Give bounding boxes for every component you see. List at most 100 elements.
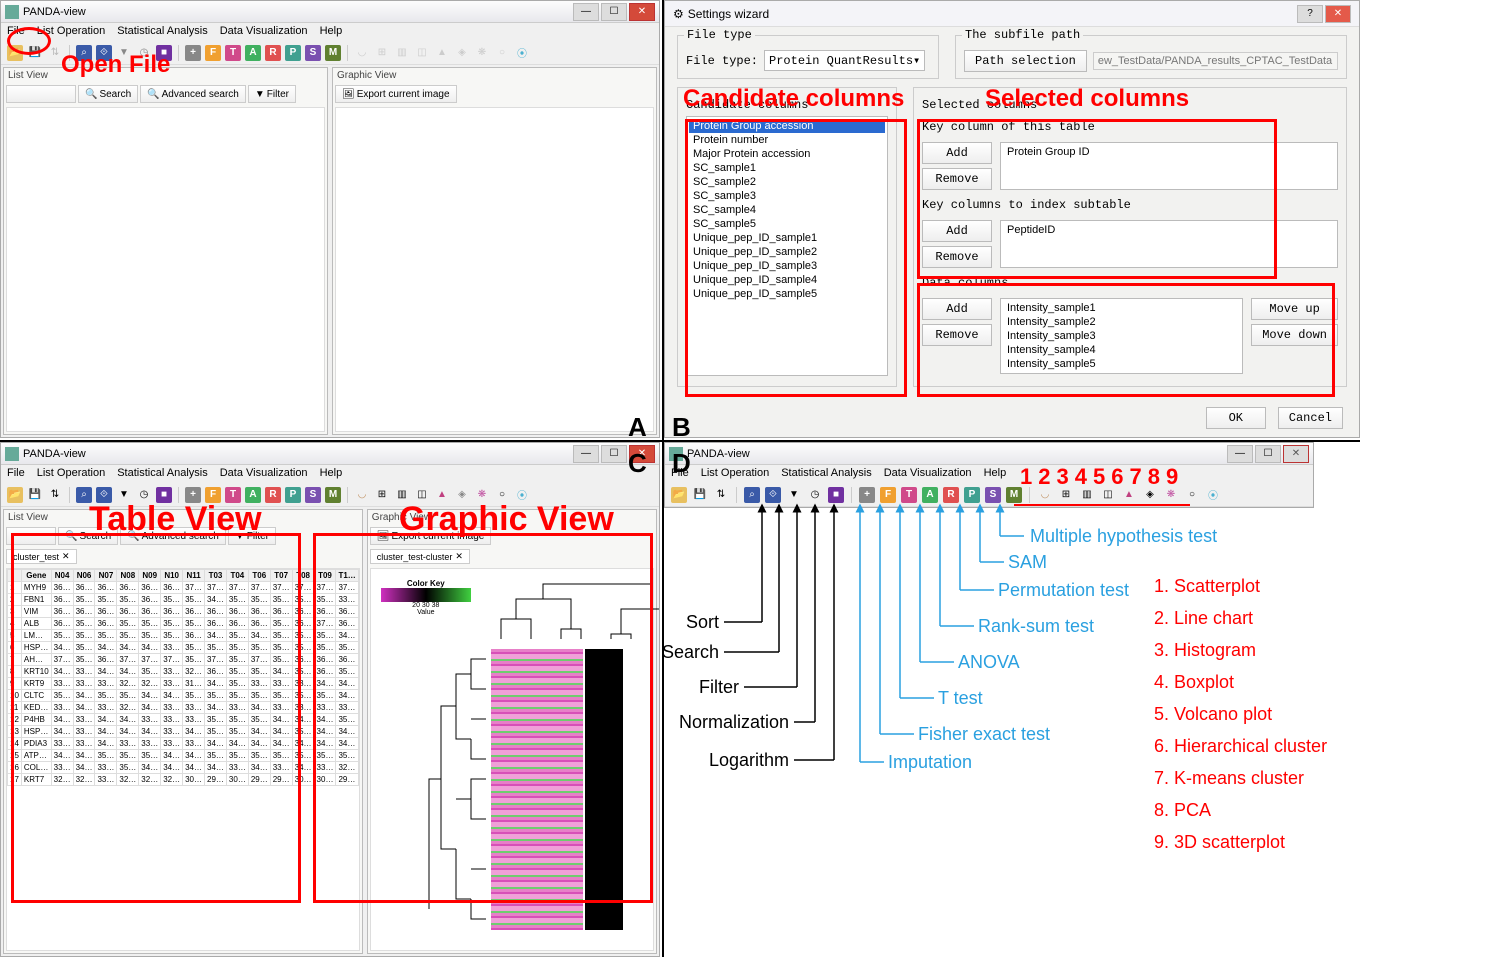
filter-tb-icon-d[interactable]: ▼	[786, 487, 802, 503]
search-tb-icon-d[interactable]: ⌕	[744, 487, 760, 503]
advsearch-tb-icon-d[interactable]: ⟐	[765, 487, 781, 503]
cancel-button[interactable]: Cancel	[1278, 407, 1343, 429]
num-row: 123456789	[1020, 464, 1178, 490]
t-icon-d[interactable]: T	[901, 487, 917, 503]
app-icon-c	[5, 447, 19, 461]
p-icon-c[interactable]: P	[285, 487, 301, 503]
f-icon-d[interactable]: F	[880, 487, 896, 503]
menu-stat-c[interactable]: Statistical Analysis	[117, 467, 207, 481]
ok-button[interactable]: OK	[1206, 407, 1266, 429]
min-button-c[interactable]: —	[573, 445, 599, 463]
open-file-icon-d[interactable]: 📂	[671, 487, 687, 503]
open-file-icon-c[interactable]: 📂	[7, 487, 23, 503]
max-button[interactable]: ☐	[601, 3, 627, 21]
t-icon[interactable]: T	[225, 45, 241, 61]
a-icon[interactable]: A	[245, 45, 261, 61]
help-button[interactable]: ?	[1297, 5, 1323, 23]
r-icon[interactable]: R	[265, 45, 281, 61]
r-icon-c[interactable]: R	[265, 487, 281, 503]
close-button[interactable]: ✕	[629, 3, 655, 21]
viz2-icon-c[interactable]: ⊞	[374, 487, 390, 503]
viz-underline	[1014, 504, 1190, 506]
filter-button[interactable]: ▼Filter	[248, 85, 296, 103]
max-button-c[interactable]: ☐	[601, 445, 627, 463]
menu-file-c[interactable]: File	[7, 467, 25, 481]
chevron-down-icon: ▾	[913, 53, 920, 68]
viz9-icon[interactable]: ⦿	[514, 45, 530, 61]
redbox-graphic	[313, 533, 653, 903]
viz2-icon[interactable]: ⊞	[374, 45, 390, 61]
imput-icon[interactable]: +	[185, 45, 201, 61]
imput-icon-d[interactable]: +	[859, 487, 875, 503]
viz-list-item: 5. Volcano plot	[1154, 698, 1327, 730]
save-icon-d[interactable]: 💾	[692, 487, 708, 503]
m-icon[interactable]: M	[325, 45, 341, 61]
menu-list-d[interactable]: List Operation	[701, 467, 769, 481]
menu-stat[interactable]: Statistical Analysis	[117, 25, 207, 39]
anno-candidate: Candidate columns	[683, 85, 904, 113]
menu-dataviz[interactable]: Data Visualization	[220, 25, 308, 39]
menubar: File List Operation Statistical Analysis…	[1, 23, 659, 41]
viz5-icon[interactable]: ▲	[434, 45, 450, 61]
viz6-icon[interactable]: ◈	[454, 45, 470, 61]
menu-stat-d[interactable]: Statistical Analysis	[781, 467, 871, 481]
viz3-icon[interactable]: ▥	[394, 45, 410, 61]
sort-icon-d[interactable]: ⇅	[713, 487, 729, 503]
redbox-selected-top	[917, 119, 1277, 279]
viz8-icon[interactable]: ○	[494, 45, 510, 61]
menu-help-d[interactable]: Help	[984, 467, 1007, 481]
app-title-d: PANDA-view	[687, 448, 750, 460]
viz-list-item: 4. Boxplot	[1154, 666, 1327, 698]
viz1-icon-c[interactable]: ◡	[354, 487, 370, 503]
viz9-icon-d[interactable]: ⦿	[1205, 487, 1221, 503]
menu-help-c[interactable]: Help	[320, 467, 343, 481]
graphic-body	[335, 107, 654, 432]
file-type-combo[interactable]: Protein QuantResults▾	[764, 50, 925, 71]
m-icon-c[interactable]: M	[325, 487, 341, 503]
path-selection-button[interactable]: Path selection	[964, 50, 1087, 72]
log-icon-d[interactable]: ■	[828, 487, 844, 503]
max-button-d[interactable]: ☐	[1255, 445, 1281, 463]
anno-table-view: Table View	[89, 500, 262, 539]
viz-list-item: 8. PCA	[1154, 794, 1327, 826]
search-button[interactable]: 🔍Search	[78, 85, 138, 103]
sort-box[interactable]	[6, 85, 76, 103]
menu-list-c[interactable]: List Operation	[37, 467, 105, 481]
anno-graphic-view: Graphic View	[399, 500, 614, 539]
viz7-icon[interactable]: ❋	[474, 45, 490, 61]
a-icon-d[interactable]: A	[922, 487, 938, 503]
s-icon-c[interactable]: S	[305, 487, 321, 503]
menu-dataviz-c[interactable]: Data Visualization	[220, 467, 308, 481]
anno-anova: ANOVA	[958, 652, 1020, 673]
save-icon-c[interactable]: 💾	[27, 487, 43, 503]
label-C: C	[628, 448, 647, 479]
list-body	[6, 107, 325, 432]
wizard-icon: ⚙	[673, 7, 684, 21]
export-img-button[interactable]: 🖼Export current image	[335, 85, 457, 103]
list-view-pane: List View 🔍Search 🔍Advanced search ▼Filt…	[3, 67, 328, 435]
min-button[interactable]: —	[573, 3, 599, 21]
viz4-icon[interactable]: ◫	[414, 45, 430, 61]
p-icon-d[interactable]: P	[964, 487, 980, 503]
menu-dataviz-d[interactable]: Data Visualization	[884, 467, 972, 481]
f-icon[interactable]: F	[205, 45, 221, 61]
p-icon[interactable]: P	[285, 45, 301, 61]
anno-search: Search	[664, 642, 719, 663]
viz8-icon-d[interactable]: ○	[1184, 487, 1200, 503]
min-button-d[interactable]: —	[1227, 445, 1253, 463]
s-icon-d[interactable]: S	[985, 487, 1001, 503]
sort-icon-c[interactable]: ⇅	[47, 487, 63, 503]
r-icon-d[interactable]: R	[943, 487, 959, 503]
advsearch-button[interactable]: 🔍Advanced search	[140, 85, 246, 103]
s-icon[interactable]: S	[305, 45, 321, 61]
graphic-view-title: Graphic View	[333, 68, 656, 83]
wizard-close-button[interactable]: ✕	[1325, 5, 1351, 23]
titlebar-d: PANDA-view — ☐ ✕	[665, 443, 1313, 465]
close-button-d[interactable]: ✕	[1283, 445, 1309, 463]
file-type-header: File type	[684, 28, 755, 42]
viz1-icon[interactable]: ◡	[354, 45, 370, 61]
label-D: D	[672, 448, 691, 479]
label-B: B	[672, 412, 691, 443]
norm-icon-d[interactable]: ◷	[807, 487, 823, 503]
menu-help[interactable]: Help	[320, 25, 343, 39]
